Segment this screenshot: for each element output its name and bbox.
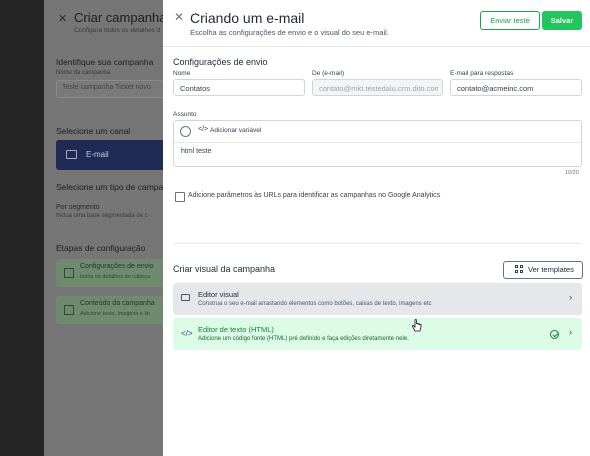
modal-subtitle: Escolha as configurações de envio e o vi…	[190, 28, 389, 37]
from-label: De (e-mail)	[312, 70, 345, 77]
channel-label: Selecione um canal	[56, 126, 131, 136]
close-icon[interactable]: ✕	[174, 10, 184, 24]
background-subtitle: Configure todos os detalhes d	[74, 27, 161, 34]
check-circle-icon	[550, 330, 559, 339]
view-templates-button[interactable]: Ver templates	[503, 261, 583, 279]
emoji-icon[interactable]	[180, 126, 191, 137]
chevron-right-icon: ›	[569, 292, 572, 302]
divider	[173, 243, 582, 244]
app-sidebar	[0, 0, 44, 456]
identify-label: Identifique sua campanha	[56, 57, 154, 67]
save-button[interactable]: Salvar	[542, 11, 582, 30]
send-test-button[interactable]: Enviar teste	[480, 11, 540, 30]
html-editor-option[interactable]: </> Editor de texto (HTML) Adicione um c…	[173, 318, 582, 350]
grid-icon	[64, 268, 74, 278]
modal-title: Criando um e-mail	[190, 10, 305, 26]
email-icon	[66, 150, 77, 159]
add-variable-button[interactable]: Adicionar variável	[210, 127, 261, 134]
steps-label: Etapas de configuração	[56, 243, 146, 253]
segment-desc: Inclua uma base segmentada de c	[56, 213, 148, 219]
subject-label: Assunto	[173, 111, 197, 118]
subject-text[interactable]: html teste	[181, 148, 211, 155]
editor-toolbar: </> Adicionar variável	[174, 121, 581, 143]
chevron-right-icon: ›	[569, 327, 572, 337]
reply-label: E-mail para respostas	[450, 70, 514, 77]
ga-checkbox-label[interactable]: Adicione parâmetros às URLs para identif…	[188, 192, 440, 199]
code-icon: </>	[181, 329, 193, 338]
code-icon[interactable]: </>	[198, 126, 208, 133]
visual-editor-option[interactable]: Editor visual Construa o seu e-mail arra…	[173, 283, 582, 315]
campaign-name-label: Nome da campanha	[56, 70, 111, 76]
background-title: Criar campanha	[74, 10, 167, 25]
reply-email-input[interactable]: contato@acmeinc.com	[450, 79, 582, 96]
from-email-input: contato@mkt.testedalu.crm.dito.com.b	[312, 79, 443, 96]
email-icon	[64, 305, 74, 315]
divider	[163, 46, 590, 47]
create-email-modal: ✕ Criando um e-mail Escolha as configura…	[163, 0, 590, 456]
segment-title[interactable]: Por segmento	[56, 204, 100, 211]
subject-editor[interactable]: </> Adicionar variável html teste	[173, 120, 582, 167]
type-label: Selecione um tipo de campan	[56, 182, 168, 192]
hand-cursor-icon	[411, 319, 422, 332]
name-label: Nome	[173, 70, 191, 77]
ga-checkbox[interactable]	[175, 192, 185, 202]
templates-icon	[515, 265, 523, 273]
visual-title: Criar visual da campanha	[173, 264, 276, 274]
send-settings-title: Configurações de envio	[173, 57, 268, 67]
monitor-icon	[181, 294, 190, 301]
char-counter: 10/20	[565, 170, 579, 176]
name-input[interactable]: Contatos	[173, 79, 305, 96]
close-icon[interactable]: ✕	[58, 12, 67, 25]
